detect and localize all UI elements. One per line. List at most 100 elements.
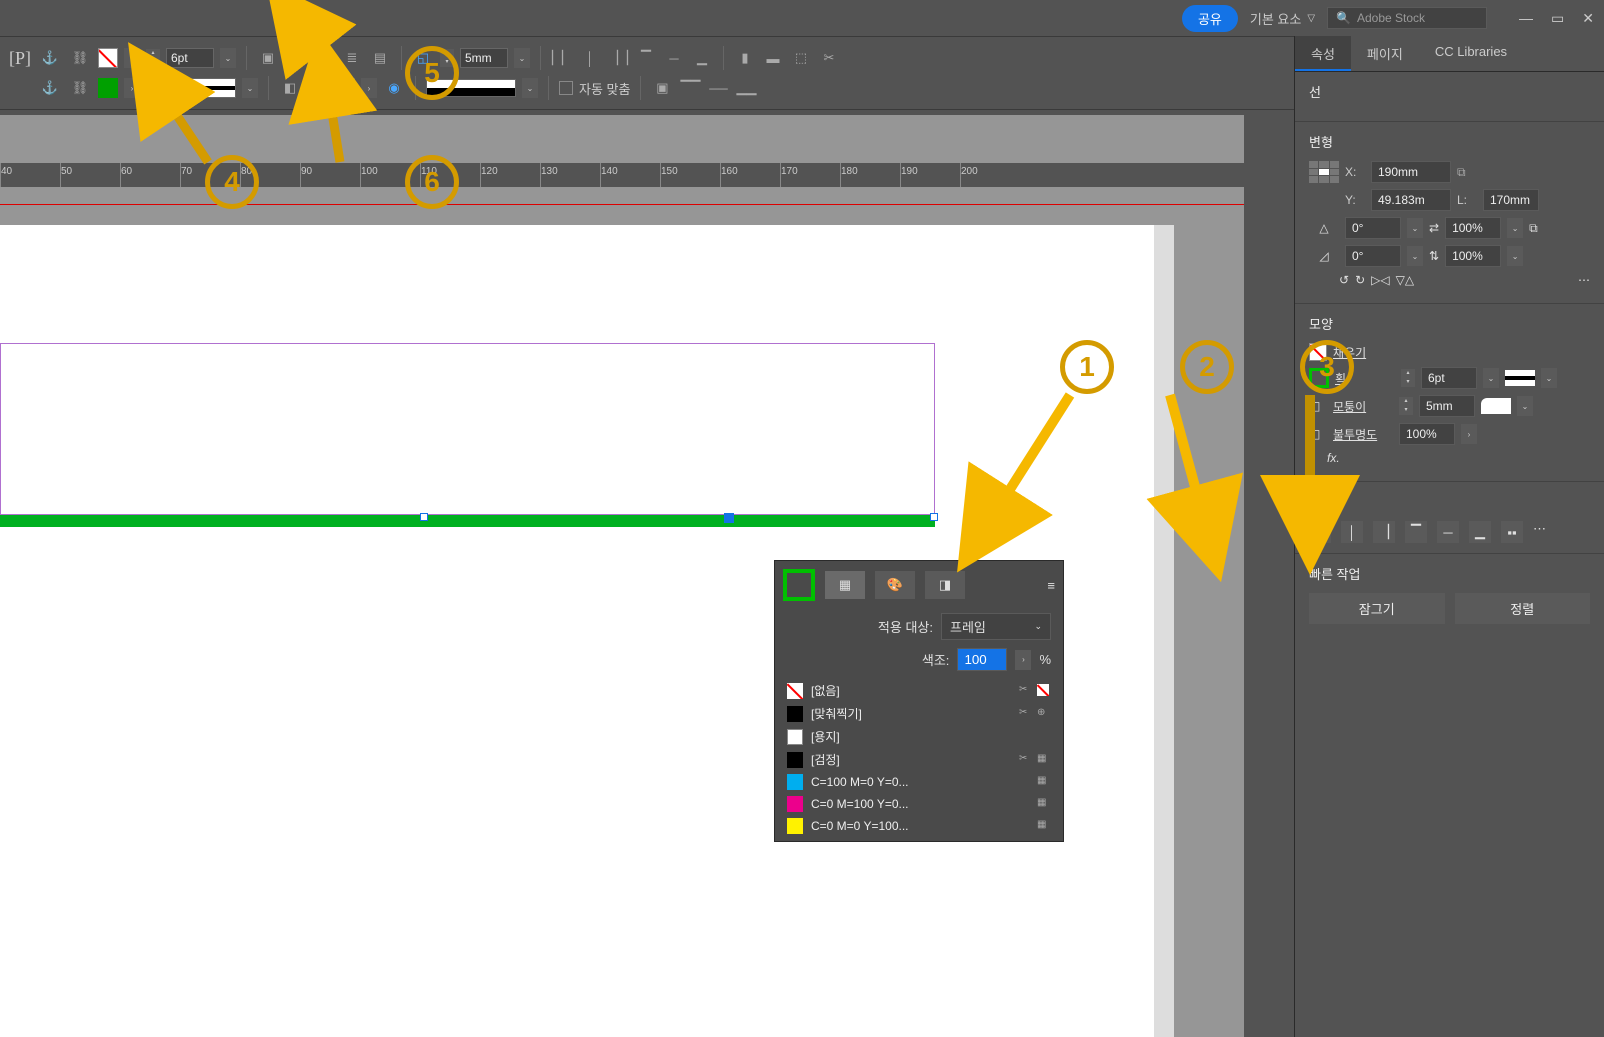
align-top-btn[interactable]: ▔ <box>1405 521 1427 543</box>
tint-dd[interactable]: › <box>1015 650 1031 670</box>
share-button[interactable]: 공유 <box>1182 5 1238 32</box>
selected-line-object[interactable] <box>0 515 935 527</box>
distribute-h-icon[interactable]: ▮ <box>734 47 756 69</box>
crop-icon[interactable]: ✂ <box>818 47 840 69</box>
corner-stepper[interactable]: ▴▾ <box>440 49 454 67</box>
chain-icon[interactable]: ⛓ <box>68 46 92 70</box>
align-top-icon[interactable]: ▔ <box>635 47 657 69</box>
link-scale-icon[interactable]: ⧉ <box>1529 221 1538 236</box>
stroke-weight-stepper[interactable]: ▴▾ <box>146 49 160 67</box>
swatch-item[interactable]: C=100 M=0 Y=0...▦ <box>775 771 1063 793</box>
fill-color-swatch[interactable] <box>1309 343 1327 361</box>
align-right-icon[interactable]: ▕▕ <box>607 47 629 69</box>
scale-v-dd[interactable]: ⌄ <box>1507 246 1523 266</box>
fill-dropdown[interactable]: › <box>124 48 140 68</box>
frame-fill-icon[interactable]: ◻ <box>285 47 307 69</box>
text-wrap-icon[interactable]: ≣ <box>341 47 363 69</box>
reference-point-grid[interactable] <box>1309 161 1339 183</box>
anchor2-icon[interactable]: ⚓ <box>38 76 62 100</box>
corner-dd[interactable]: ⌄ <box>514 48 530 68</box>
close-button[interactable]: ✕ <box>1582 10 1594 27</box>
select-container-icon[interactable]: ▣ <box>651 77 673 99</box>
stroke-swatch-dd[interactable]: › <box>124 78 140 98</box>
stroke-weight-dd[interactable]: ⌄ <box>220 48 236 68</box>
dist-top-icon[interactable]: ▔▔ <box>679 77 701 99</box>
selection-handle[interactable] <box>930 513 938 521</box>
corner-style-dd[interactable]: ⌄ <box>1517 396 1533 416</box>
workspace-switcher[interactable]: 기본 요소 ▽ <box>1250 9 1315 28</box>
stroke-weight-dd2[interactable]: ⌄ <box>1483 368 1499 388</box>
blend-icon[interactable]: ◉ <box>383 77 405 99</box>
tab-pages[interactable]: 페이지 <box>1351 36 1419 71</box>
stroke-weight-stepper2[interactable]: ▴▾ <box>1401 369 1415 387</box>
stroke-style-preview[interactable] <box>1505 370 1535 386</box>
lock-button[interactable]: 잠그기 <box>1309 593 1445 624</box>
align-vcenter-btn[interactable]: ─ <box>1437 521 1459 543</box>
dist-mid-icon[interactable]: ── <box>707 77 729 99</box>
shear-dd[interactable]: ⌄ <box>1407 246 1423 266</box>
corner-stepper2[interactable]: ▴▾ <box>1399 397 1413 415</box>
stroke-weight-input2[interactable] <box>1421 367 1477 389</box>
stroke-color-swatch[interactable] <box>1309 368 1329 388</box>
corner-type-icon[interactable]: ◱ <box>412 47 434 69</box>
text-wrap2-icon[interactable]: ▤ <box>369 47 391 69</box>
shear-input[interactable] <box>1345 245 1401 267</box>
distribute-btn[interactable]: ▪▪ <box>1501 521 1523 543</box>
rotate-cw-icon[interactable]: ↻ <box>1355 273 1365 287</box>
align-hcenter-btn[interactable]: │ <box>1341 521 1363 543</box>
swatch-item[interactable]: [검정]✂▦ <box>775 748 1063 771</box>
stock-search[interactable]: 🔍 Adobe Stock <box>1327 7 1487 29</box>
selection-handle[interactable] <box>420 513 428 521</box>
rotate-dd[interactable]: ⌄ <box>1407 218 1423 238</box>
swatch-item[interactable]: [맞춰찍기]✂⊕ <box>775 702 1063 725</box>
opacity-input[interactable] <box>307 78 355 98</box>
align-left-icon[interactable]: ▏▏ <box>551 47 573 69</box>
align-left-btn[interactable]: ▏ <box>1309 521 1331 543</box>
mirror-v-icon[interactable]: ▽△ <box>1396 273 1414 287</box>
gradient-dd[interactable]: ⌄ <box>522 78 538 98</box>
distribute-v-icon[interactable]: ▬ <box>762 47 784 69</box>
swatch-item[interactable]: [용지] <box>775 725 1063 748</box>
guide-line[interactable] <box>0 204 1244 205</box>
swatch-item[interactable]: C=0 M=100 Y=0...▦ <box>775 793 1063 815</box>
popup-menu-icon[interactable]: ≡ <box>1047 578 1055 593</box>
apply-to-dropdown[interactable]: 프레임 ⌄ <box>941 613 1051 640</box>
maximize-button[interactable]: ▭ <box>1551 10 1564 27</box>
link-xy-icon[interactable]: ⧉ <box>1457 165 1466 180</box>
scale-h-dd[interactable]: ⌄ <box>1507 218 1523 238</box>
opacity-icon[interactable]: ◧ <box>279 77 301 99</box>
frame-fit-icon[interactable]: ▣ <box>257 47 279 69</box>
align-vcenter-icon[interactable]: ─ <box>663 47 685 69</box>
corner-input2[interactable] <box>1419 395 1475 417</box>
align-more-icon[interactable]: ⋯ <box>1533 521 1546 543</box>
stroke-style-dd[interactable] <box>146 78 236 98</box>
gradient-swatch[interactable] <box>426 79 516 97</box>
corner-style-preview[interactable] <box>1481 398 1511 414</box>
current-swatch-preview[interactable] <box>783 569 815 601</box>
more-options-icon[interactable]: ⋯ <box>1578 273 1590 287</box>
rotate-input[interactable] <box>1345 217 1401 239</box>
fill-swatch[interactable] <box>98 48 118 68</box>
align-bottom-btn[interactable]: ▁ <box>1469 521 1491 543</box>
swatch-mode-tab[interactable]: ▦ <box>825 571 865 599</box>
align-button[interactable]: 정렬 <box>1455 593 1591 624</box>
opacity-dd[interactable]: › <box>361 78 377 98</box>
x-input[interactable] <box>1371 161 1451 183</box>
stroke-swatch[interactable] <box>98 78 118 98</box>
y-input[interactable] <box>1371 189 1451 211</box>
opacity-input2[interactable] <box>1399 423 1455 445</box>
stroke-style-chev[interactable]: ⌄ <box>242 78 258 98</box>
paragraph-style-icon[interactable]: [P] <box>8 46 32 70</box>
l-input[interactable] <box>1483 189 1539 211</box>
selection-frame[interactable] <box>0 343 935 515</box>
align-to-icon[interactable]: ⬚ <box>790 47 812 69</box>
flip-v-icon[interactable]: ⇅ <box>1429 249 1439 263</box>
tab-properties[interactable]: 속성 <box>1295 36 1351 71</box>
align-bottom-icon[interactable]: ▁ <box>691 47 713 69</box>
scale-h-input[interactable] <box>1445 217 1501 239</box>
fx-icon[interactable]: fx <box>313 47 335 69</box>
swatch-item[interactable]: [없음]✂ <box>775 679 1063 702</box>
fx-icon2[interactable]: fx. <box>1327 451 1340 465</box>
rotate-ccw-icon[interactable]: ↺ <box>1339 273 1349 287</box>
mirror-h-icon[interactable]: ▷◁ <box>1371 273 1389 287</box>
